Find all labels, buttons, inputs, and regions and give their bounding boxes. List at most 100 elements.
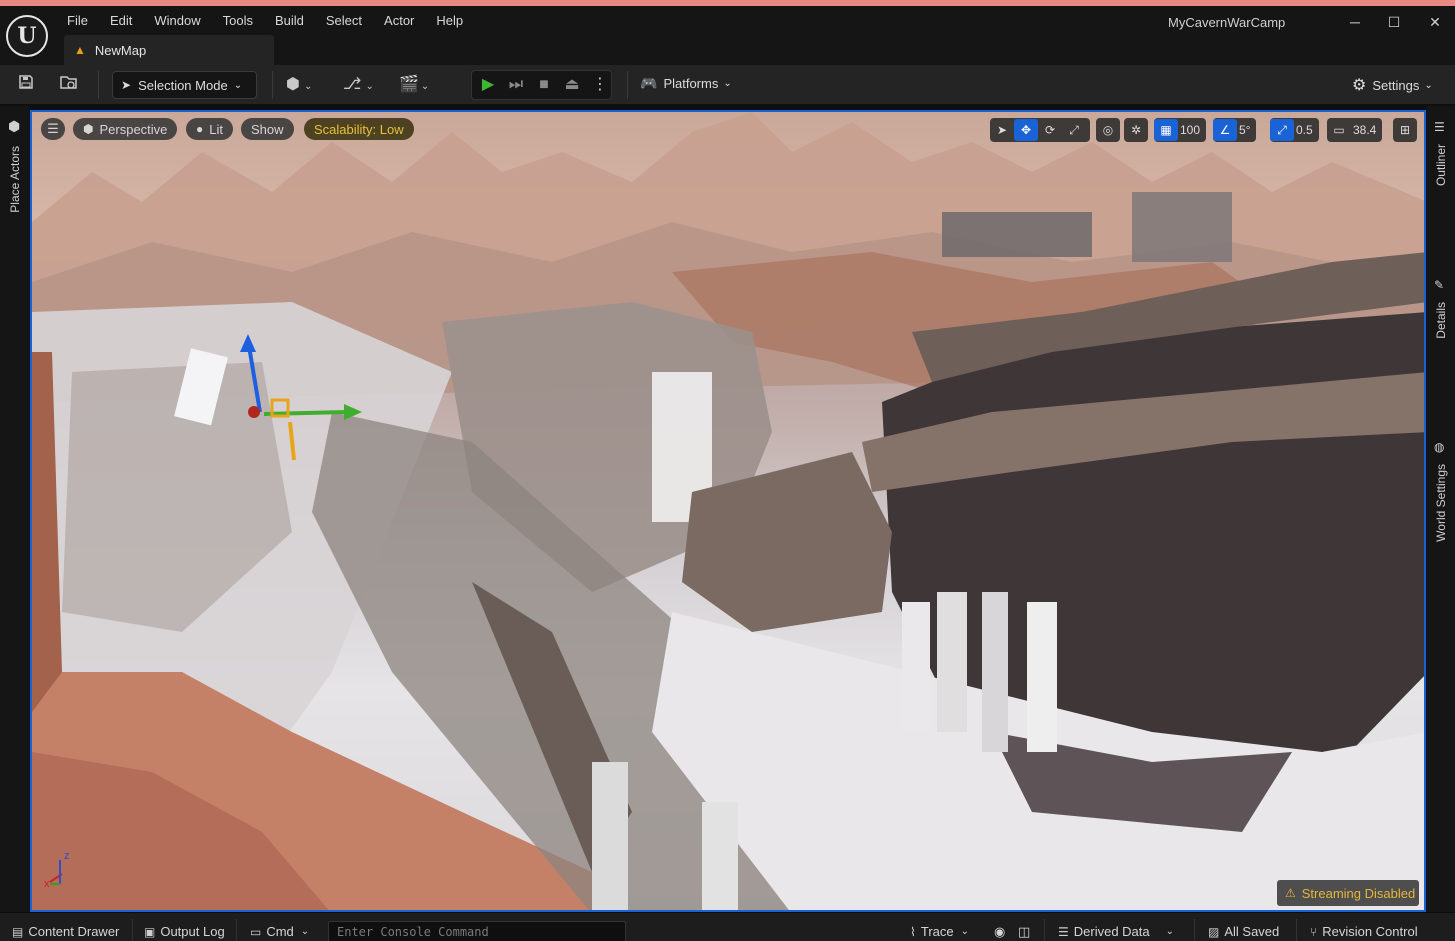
world-coords-icon[interactable]: ◎ [1096, 119, 1120, 141]
surface-snap-icon[interactable]: ✲ [1124, 119, 1148, 141]
status-divider [236, 919, 237, 941]
menu-actor[interactable]: Actor [373, 12, 425, 30]
outliner-tab[interactable]: Outliner [1434, 144, 1448, 186]
translate-tool-icon[interactable]: ✥ [1014, 119, 1038, 141]
axis-z-label: z [64, 850, 70, 862]
terminal-icon: ▭ [250, 924, 262, 939]
grid-snap-icon[interactable]: ▦ [1154, 119, 1178, 141]
stop-icon[interactable]: ■ [532, 75, 556, 95]
unreal-logo-icon[interactable]: U [6, 15, 48, 57]
minimize-button[interactable]: ─ [1344, 12, 1366, 32]
settings-dropdown[interactable]: ⚙ Settings ⌄ [1352, 75, 1433, 95]
platforms-dropdown[interactable]: 🎮 Platforms ⌄ [640, 75, 732, 92]
rotation-snap-icon[interactable]: ∠ [1213, 119, 1237, 141]
content-browser-icon[interactable] [57, 74, 81, 96]
rotate-tool-icon[interactable]: ⟳ [1038, 119, 1062, 141]
scale-snap-icon[interactable]: ⤢ [1270, 119, 1294, 141]
scene-render [32, 112, 1424, 910]
toolbar-divider [627, 71, 628, 99]
output-log-button[interactable]: ▣ Output Log [144, 924, 225, 939]
status-divider [1194, 919, 1195, 941]
status-divider [1296, 919, 1297, 941]
chevron-down-icon: ⌄ [960, 926, 969, 937]
content-drawer-button[interactable]: ▤ Content Drawer [12, 924, 119, 939]
right-side-panel: ☰ Outliner ✎ Details ◍ World Settings [1426, 106, 1455, 912]
cinematics-icon[interactable]: 🎬 ⌄ [399, 74, 439, 96]
all-saved-label: All Saved [1224, 924, 1280, 939]
chevron-down-icon: ⌄ [300, 926, 310, 937]
cmd-label: Cmd [266, 924, 294, 939]
add-actor-icon[interactable]: ⬢ ⌄ [286, 74, 326, 96]
derived-data-button[interactable]: ☰ Derived Data ⌄ [1058, 924, 1174, 939]
all-saved-button[interactable]: ▨ All Saved [1208, 924, 1279, 939]
details-tab[interactable]: Details [1434, 302, 1448, 339]
gear-icon: ⚙ [1352, 77, 1367, 94]
save-icon[interactable] [14, 74, 38, 96]
record-icon[interactable]: ◉ [994, 924, 1005, 940]
perspective-label: Perspective [99, 121, 168, 137]
output-log-label: Output Log [160, 924, 225, 939]
eject-icon[interactable]: ⏏ [560, 75, 584, 95]
cube-icon: ⬢ [83, 122, 94, 136]
menu-select[interactable]: Select [315, 12, 373, 30]
more-options-icon[interactable]: ⋮ [588, 75, 612, 95]
camera-icon[interactable]: ▭ [1327, 119, 1351, 141]
play-icon[interactable]: ▶ [476, 75, 500, 95]
chevron-down-icon: ⌄ [1165, 926, 1175, 937]
blueprint-icon[interactable]: ⎇ ⌄ [343, 74, 383, 96]
trace-icon: ⌇ [910, 924, 916, 939]
grid-snap[interactable]: ▦ 100 [1154, 118, 1207, 142]
lit-button[interactable]: ● Lit [186, 118, 233, 140]
show-button[interactable]: Show [241, 118, 294, 140]
menu-tools[interactable]: Tools [212, 12, 264, 30]
gamepad-icon: 🎮 [640, 75, 658, 91]
level-tab[interactable]: ▲ NewMap [64, 35, 274, 65]
streaming-status: ⚠ Streaming Disabled [1277, 880, 1419, 906]
place-actors-tab[interactable]: Place Actors [8, 146, 22, 213]
chevron-down-icon: ⌄ [723, 78, 732, 89]
menu-help[interactable]: Help [425, 12, 474, 30]
menu-file[interactable]: File [56, 12, 99, 30]
trace-dropdown[interactable]: ⌇ Trace ⌄ [910, 924, 969, 939]
place-actors-icon[interactable]: ⬢ [8, 118, 20, 135]
layout-grid-icon[interactable]: ⊞ [1393, 119, 1417, 141]
level-viewport[interactable]: z x ☰ ⬢ Perspective ● Lit Show Scalabili… [30, 110, 1426, 912]
menu-edit[interactable]: Edit [99, 12, 143, 30]
settings-label: Settings [1372, 77, 1420, 93]
title-bar: U File Edit Window Tools Build Select Ac… [0, 6, 1455, 65]
close-button[interactable]: ✕ [1424, 12, 1446, 32]
console-command-input[interactable] [328, 921, 626, 941]
selection-mode-label: Selection Mode [138, 77, 228, 93]
details-icon: ✎ [1434, 278, 1445, 292]
camera-speed[interactable]: ▭ 38.4 [1327, 118, 1383, 142]
scalability-button[interactable]: Scalability: Low [304, 118, 414, 140]
derived-data-label: Derived Data [1073, 924, 1150, 939]
cmd-dropdown[interactable]: ▭ Cmd ⌄ [250, 924, 309, 939]
viewport-menu-icon[interactable]: ☰ [41, 118, 65, 140]
scalability-label: Scalability: Low [314, 121, 404, 137]
surface-snap: ✲ [1124, 118, 1148, 142]
show-label: Show [251, 121, 284, 137]
menu-window[interactable]: Window [143, 12, 211, 30]
skip-icon[interactable]: ⏭ [504, 75, 528, 95]
maximize-button[interactable]: ☐ [1383, 12, 1405, 32]
selection-mode-dropdown[interactable]: ➤ Selection Mode ⌄ [112, 71, 257, 99]
scale-tool-icon[interactable]: ⤢ [1062, 119, 1086, 141]
grid-snap-value: 100 [1180, 123, 1201, 137]
revision-control-button[interactable]: ⑂ Revision Control [1310, 924, 1418, 939]
screenshot-icon[interactable]: ◫ [1018, 924, 1030, 940]
perspective-button[interactable]: ⬢ Perspective [73, 118, 178, 140]
left-side-panel: ⬢ Place Actors [0, 106, 30, 912]
world-settings-tab[interactable]: World Settings [1434, 464, 1448, 542]
coord-system: ◎ [1096, 118, 1120, 142]
scale-snap[interactable]: ⤢ 0.5 [1270, 118, 1319, 142]
select-tool-icon[interactable]: ➤ [990, 119, 1014, 141]
outliner-icon: ☰ [1434, 120, 1445, 134]
sphere-icon: ● [196, 122, 204, 136]
camera-speed-value: 38.4 [1353, 123, 1377, 137]
axis-x-label: x [44, 878, 50, 890]
rotation-snap[interactable]: ∠ 5° [1213, 118, 1257, 142]
warning-icon: ⚠ [1285, 886, 1296, 900]
lit-label: Lit [209, 121, 223, 137]
menu-build[interactable]: Build [264, 12, 315, 30]
